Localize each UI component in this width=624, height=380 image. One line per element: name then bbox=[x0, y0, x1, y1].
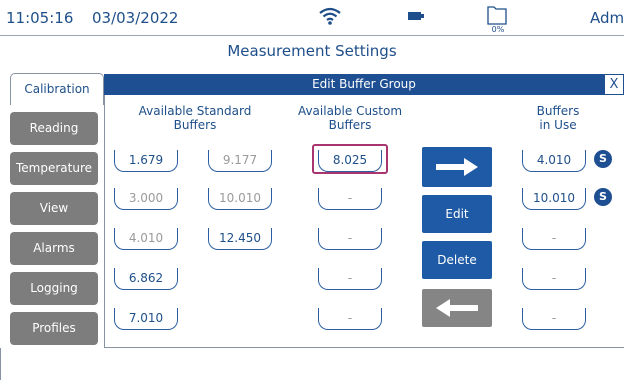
custom-buffer-slot[interactable]: - bbox=[318, 268, 382, 290]
custom-buffer-slot[interactable]: 8.025 bbox=[318, 150, 382, 172]
add-to-in-use-button[interactable] bbox=[422, 147, 492, 187]
delete-button[interactable]: Delete bbox=[422, 241, 492, 279]
in-use-heading-line2: in Use bbox=[539, 118, 577, 132]
arrow-left-icon bbox=[436, 299, 478, 317]
custom-buffers-heading: Available Custom Buffers bbox=[290, 104, 410, 132]
clock: 11:05:16 bbox=[6, 9, 74, 27]
nav-logging[interactable]: Logging bbox=[10, 272, 98, 305]
standard-buffer-slot[interactable]: 1.679 bbox=[114, 150, 178, 172]
date: 03/03/2022 bbox=[92, 9, 179, 27]
nav-reading[interactable]: Reading bbox=[10, 112, 98, 145]
in-use-buffer-slot[interactable]: 10.010 bbox=[522, 188, 586, 210]
standard-buffers-heading: Available Standard Buffers bbox=[130, 104, 260, 132]
custom-buffer-slot[interactable]: - bbox=[318, 188, 382, 210]
divider bbox=[0, 348, 1, 380]
buffer-s-badge[interactable]: S bbox=[594, 150, 612, 168]
custom-heading-line2: Buffers bbox=[328, 118, 372, 132]
user-name[interactable]: Admin bbox=[590, 9, 624, 27]
nav-temperature[interactable]: Temperature bbox=[10, 152, 98, 185]
standard-heading-line1: Available Standard bbox=[138, 104, 252, 118]
in-use-buffer-slot[interactable]: - bbox=[522, 308, 586, 330]
arrow-right-icon bbox=[436, 158, 478, 176]
panel-title: Edit Buffer Group bbox=[104, 74, 624, 95]
in-use-heading-line1: Buffers bbox=[536, 104, 580, 118]
standard-buffer-slot[interactable]: 3.000 bbox=[114, 188, 178, 210]
in-use-buffer-slot[interactable]: - bbox=[522, 268, 586, 290]
nav-alarms[interactable]: Alarms bbox=[10, 232, 98, 265]
storage-percent: 0% bbox=[491, 25, 505, 34]
standard-buffer-slot[interactable]: 6.862 bbox=[114, 268, 178, 290]
standard-heading-line2: Buffers bbox=[173, 118, 217, 132]
nav-profiles[interactable]: Profiles bbox=[10, 312, 98, 345]
remove-from-in-use-button[interactable] bbox=[422, 289, 492, 327]
buffer-s-badge[interactable]: S bbox=[594, 188, 612, 206]
standard-buffer-slot[interactable]: 7.010 bbox=[114, 308, 178, 330]
custom-buffer-slot[interactable]: - bbox=[318, 308, 382, 330]
standard-buffer-slot[interactable]: 10.010 bbox=[208, 188, 272, 210]
standard-buffer-slot[interactable]: 4.010 bbox=[114, 228, 178, 250]
edit-button[interactable]: Edit bbox=[422, 195, 492, 233]
close-button[interactable]: X bbox=[604, 74, 624, 95]
wifi-icon bbox=[319, 7, 341, 25]
in-use-buffers-heading: Buffers in Use bbox=[518, 104, 598, 132]
in-use-buffer-slot[interactable]: 4.010 bbox=[522, 150, 586, 172]
custom-heading-line1: Available Custom bbox=[297, 104, 403, 118]
page-title: Measurement Settings bbox=[227, 42, 397, 60]
tab-calibration[interactable]: Calibration bbox=[10, 73, 104, 105]
standard-buffer-slot[interactable]: 12.450 bbox=[208, 228, 272, 250]
battery-icon bbox=[408, 12, 424, 20]
custom-buffer-slot[interactable]: - bbox=[318, 228, 382, 250]
nav-view[interactable]: View bbox=[10, 192, 98, 225]
in-use-buffer-slot[interactable]: - bbox=[522, 228, 586, 250]
standard-buffer-slot[interactable]: 9.177 bbox=[208, 150, 272, 172]
